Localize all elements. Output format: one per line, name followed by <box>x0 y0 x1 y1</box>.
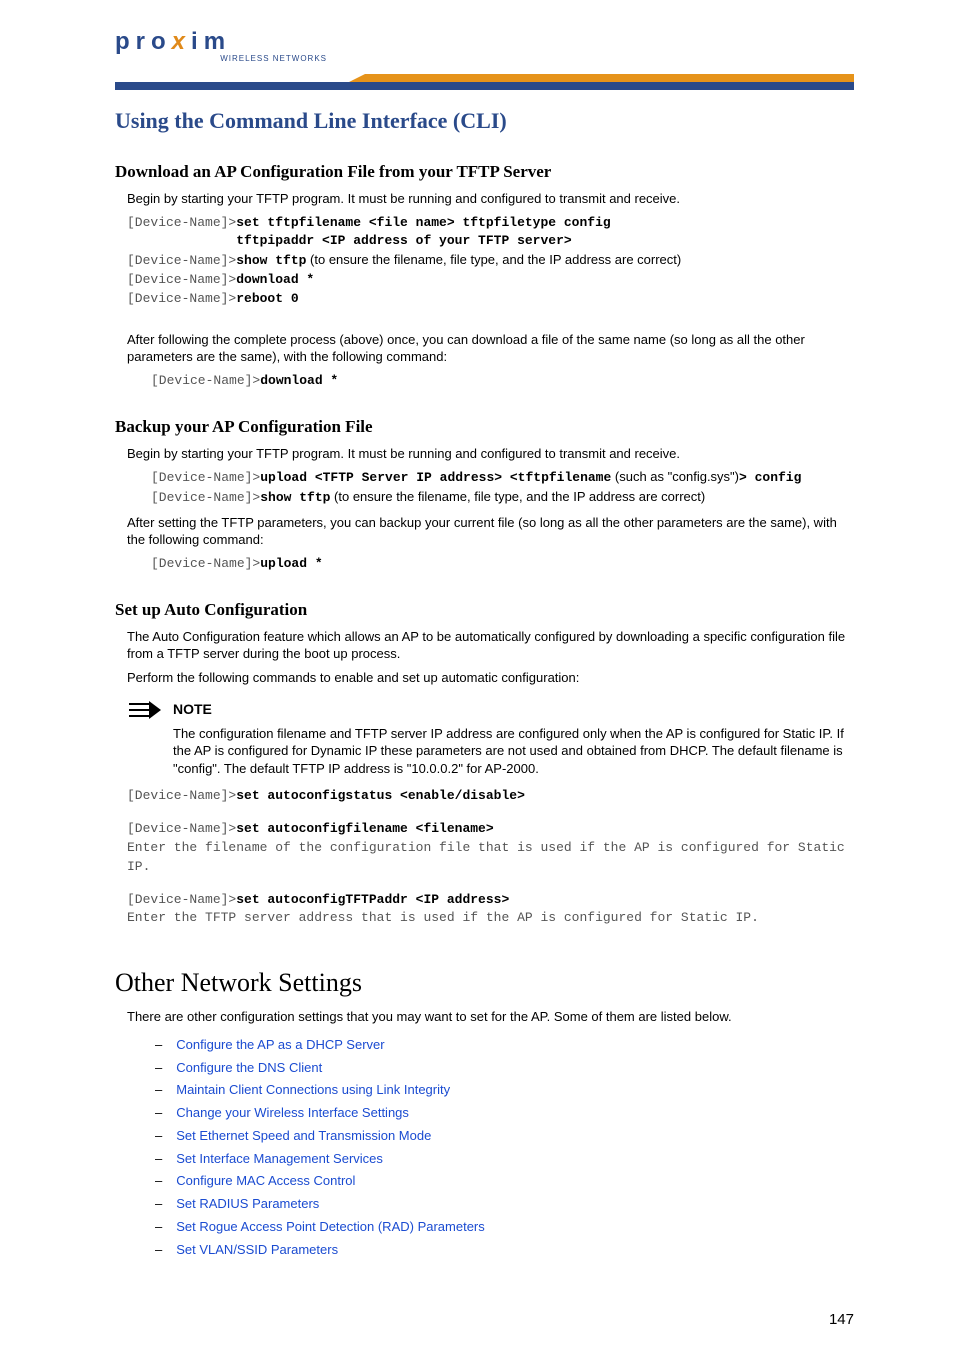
doc-link[interactable]: Configure MAC Access Control <box>176 1170 355 1193</box>
page-header: proxim WIRELESS NETWORKS <box>0 0 954 90</box>
doc-link[interactable]: Configure the DNS Client <box>176 1057 322 1080</box>
list-item: –Set Rogue Access Point Detection (RAD) … <box>155 1216 854 1239</box>
paragraph: The Auto Configuration feature which all… <box>127 628 854 663</box>
paragraph: Perform the following commands to enable… <box>127 669 854 687</box>
section-backup-config: Backup your AP Configuration File Begin … <box>115 417 854 574</box>
cli-line: tftpipaddr <IP address of your TFTP serv… <box>127 232 854 251</box>
doc-link[interactable]: Set Rogue Access Point Detection (RAD) P… <box>176 1216 485 1239</box>
note-label: NOTE <box>173 701 212 717</box>
document-page: proxim WIRELESS NETWORKS Using the Comma… <box>0 0 954 1368</box>
cli-line: [Device-Name]>upload <TFTP Server IP add… <box>151 468 854 488</box>
list-item: –Configure the DNS Client <box>155 1057 854 1080</box>
doc-link[interactable]: Set VLAN/SSID Parameters <box>176 1239 338 1262</box>
paragraph: After setting the TFTP parameters, you c… <box>127 514 854 549</box>
section-heading-large: Other Network Settings <box>115 968 854 998</box>
doc-link[interactable]: Set Ethernet Speed and Transmission Mode <box>176 1125 431 1148</box>
brand-logo: proxim WIRELESS NETWORKS <box>115 28 335 63</box>
cli-line: [Device-Name]>reboot 0 <box>127 290 854 309</box>
link-list: –Configure the AP as a DHCP Server –Conf… <box>155 1034 854 1262</box>
list-item: –Set Ethernet Speed and Transmission Mod… <box>155 1125 854 1148</box>
arrow-icon <box>127 701 161 719</box>
page-number: 147 <box>0 1261 954 1328</box>
logo-text-x: x <box>172 28 191 55</box>
logo-text-pre: pro <box>115 28 172 55</box>
page-content: Using the Command Line Interface (CLI) D… <box>0 90 954 1261</box>
paragraph: After following the complete process (ab… <box>127 331 854 366</box>
cli-line: [Device-Name]>download * <box>127 271 854 290</box>
list-item: –Configure the AP as a DHCP Server <box>155 1034 854 1057</box>
doc-link[interactable]: Maintain Client Connections using Link I… <box>176 1079 450 1102</box>
section-heading: Backup your AP Configuration File <box>115 417 854 437</box>
header-ribbon <box>115 74 854 90</box>
cli-desc: Enter the TFTP server address that is us… <box>127 909 854 928</box>
list-item: –Change your Wireless Interface Settings <box>155 1102 854 1125</box>
list-item: –Set VLAN/SSID Parameters <box>155 1239 854 1262</box>
doc-link[interactable]: Configure the AP as a DHCP Server <box>176 1034 384 1057</box>
list-item: –Set RADIUS Parameters <box>155 1193 854 1216</box>
note-text: The configuration filename and TFTP serv… <box>173 725 854 778</box>
section-download-config: Download an AP Configuration File from y… <box>115 162 854 391</box>
paragraph: Begin by starting your TFTP program. It … <box>127 190 854 208</box>
paragraph: Begin by starting your TFTP program. It … <box>127 445 854 463</box>
section-heading: Set up Auto Configuration <box>115 600 854 620</box>
page-title: Using the Command Line Interface (CLI) <box>115 108 854 134</box>
cli-line: [Device-Name]>show tftp (to ensure the f… <box>127 251 854 271</box>
cli-line: [Device-Name]>show tftp (to ensure the f… <box>151 488 854 508</box>
doc-link[interactable]: Set RADIUS Parameters <box>176 1193 319 1216</box>
logo-text-post: im <box>191 28 231 55</box>
cli-desc: Enter the filename of the configuration … <box>127 839 854 877</box>
list-item: –Maintain Client Connections using Link … <box>155 1079 854 1102</box>
list-item: –Configure MAC Access Control <box>155 1170 854 1193</box>
cli-line: [Device-Name]>set autoconfigfilename <fi… <box>127 820 854 839</box>
list-item: –Set Interface Management Services <box>155 1148 854 1171</box>
doc-link[interactable]: Set Interface Management Services <box>176 1148 383 1171</box>
section-other-settings: Other Network Settings There are other c… <box>115 968 854 1261</box>
paragraph: There are other configuration settings t… <box>127 1008 854 1026</box>
cli-line: [Device-Name]>set tftpfilename <file nam… <box>127 214 854 233</box>
cli-line: [Device-Name]>download * <box>151 372 854 391</box>
section-heading: Download an AP Configuration File from y… <box>115 162 854 182</box>
section-auto-config: Set up Auto Configuration The Auto Confi… <box>115 600 854 928</box>
note-block: NOTE <box>127 701 854 719</box>
cli-line: [Device-Name]>upload * <box>151 555 854 574</box>
doc-link[interactable]: Change your Wireless Interface Settings <box>176 1102 409 1125</box>
cli-line: [Device-Name]>set autoconfigTFTPaddr <IP… <box>127 891 854 910</box>
cli-line: [Device-Name]>set autoconfigstatus <enab… <box>127 787 854 806</box>
